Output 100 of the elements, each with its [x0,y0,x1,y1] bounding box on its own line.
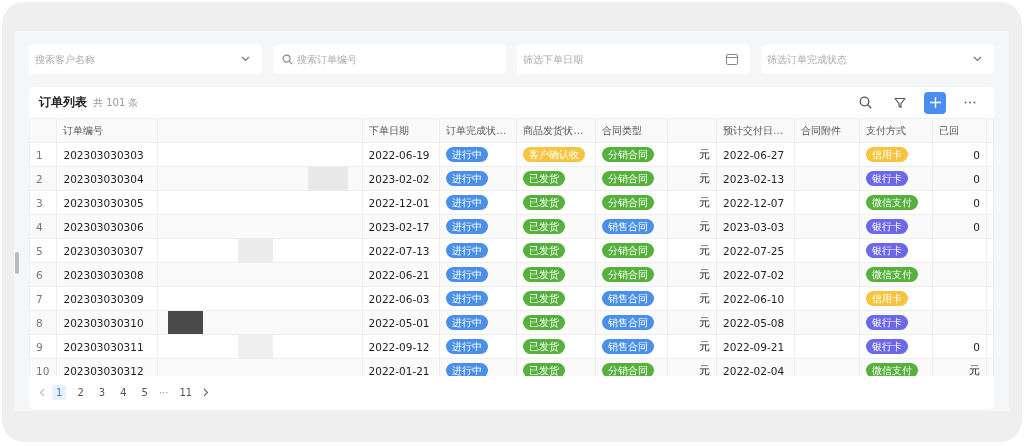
table-cell: 2022-09-12 [368,340,430,353]
table-cell: 2022-12-07 [723,196,785,209]
page-button[interactable]: 11 [175,384,197,400]
filter-icon[interactable] [894,96,906,109]
table-cell: 2022-05-08 [723,316,785,329]
table-cell: 元 [699,267,711,280]
table-cell: 元 [699,339,711,352]
status-tag: 银行卡 [866,171,909,187]
table-cell: 0 [973,148,980,161]
status-tag: 销售合同 [601,315,654,331]
table-cell: 元 [699,219,711,232]
next-page-icon[interactable] [203,387,210,397]
row-number: 6 [36,268,43,281]
status-tag: 进行中 [446,339,489,355]
table-cell: 0 [973,340,980,353]
row-number: 3 [36,196,43,209]
table-cell: 202303030311 [63,340,144,353]
page-button[interactable]: 4 [116,384,131,400]
column-header: 订单编号 [63,124,104,136]
table-cell: 0 [973,196,980,209]
status-tag: 已发货 [523,315,566,331]
column-header: 订单完成状… [446,124,507,136]
filter-field[interactable]: 筛选订单完成状态 [761,44,994,74]
status-tag: 分销合同 [601,243,654,259]
more-icon[interactable] [964,101,976,105]
status-tag: 进行中 [446,147,489,163]
column-header: 已回 [938,124,959,136]
status-tag: 已发货 [523,267,566,283]
table-title: 订单列表 [39,94,87,112]
table-cell: 0 [973,172,980,185]
table-cell: 202303030310 [63,316,144,329]
table-cell: 202303030306 [63,220,144,233]
table-cell: 2022-06-27 [723,148,785,161]
row-number: 5 [36,244,43,257]
table-cell: 2022-02-04 [723,364,785,376]
table-cell: 元 [699,195,711,208]
status-tag: 客户确认收 [523,147,586,163]
status-tag: 银行卡 [866,219,909,235]
table-cell: 2023-02-17 [368,220,430,233]
page-button[interactable]: 3 [94,384,110,400]
status-tag: 已发货 [523,171,566,187]
table-cell: 2022-01-21 [368,364,430,376]
table-cell: 2022-07-25 [723,244,785,257]
status-tag: 银行卡 [866,243,909,259]
search-icon[interactable] [859,96,872,110]
row-number: 10 [36,364,50,376]
status-tag: 分销合同 [601,195,654,211]
status-tag: 已发货 [523,243,566,259]
chevron-down-icon [973,56,982,62]
plus-icon [929,97,941,109]
status-tag: 进行中 [446,243,489,259]
status-tag: 已发货 [523,195,566,211]
filter-field[interactable]: 搜索订单编号 [273,44,506,74]
column-header: 下单日期 [368,124,409,136]
status-tag: 销售合同 [601,219,654,235]
table-cell: 元 [699,171,711,184]
row-number: 2 [36,172,43,185]
status-tag: 微信支付 [866,363,919,376]
status-tag: 已发货 [523,363,566,376]
table-cell: 2022-06-03 [368,292,430,305]
status-tag: 进行中 [446,315,489,331]
status-tag: 进行中 [446,195,489,211]
filter-field[interactable]: 筛选下单日期 [517,44,750,74]
chevron-down-icon [241,56,250,62]
page-button[interactable]: 5 [137,384,152,400]
table-cell: 2022-12-01 [368,196,430,209]
add-button[interactable] [924,91,946,114]
status-tag: 销售合同 [601,339,654,355]
table-cell: 2023-02-13 [723,172,785,185]
row-number: 9 [36,340,43,353]
status-tag: 分销合同 [601,267,654,283]
table-cell: 2023-02-02 [368,172,430,185]
filter-field[interactable]: 搜索客户名称 [29,44,262,74]
status-tag: 已发货 [523,291,566,307]
table-cell: 202303030309 [63,292,144,305]
column-header: 预计交付日… [723,124,784,136]
table-cell: 元 [699,147,711,160]
status-tag: 分销合同 [601,171,654,187]
status-tag: 微信支付 [866,267,919,283]
row-number: 1 [36,148,43,161]
status-tag: 信用卡 [866,147,909,163]
table-cell: 2022-06-10 [723,292,785,305]
table-cell: 202303030303 [63,148,144,161]
table-cell: 元 [699,243,711,256]
status-tag: 已发货 [523,219,566,235]
table-cell: 元 [699,363,711,376]
table-cell: 元 [968,363,980,376]
page-button[interactable]: 1 [52,384,67,400]
page-button[interactable]: 2 [73,384,88,400]
status-tag: 已发货 [523,339,566,355]
column-header: 商品发货状… [523,124,584,136]
scrollbar-thumb[interactable] [15,252,19,274]
status-tag: 银行卡 [866,315,909,331]
status-tag: 进行中 [446,267,489,283]
row-number: 8 [36,316,43,329]
status-tag: 进行中 [446,363,489,376]
column-header: 合同类型 [601,124,642,136]
status-tag: 信用卡 [866,291,909,307]
row-number: 4 [36,220,43,233]
table-cell: 202303030304 [63,172,144,185]
